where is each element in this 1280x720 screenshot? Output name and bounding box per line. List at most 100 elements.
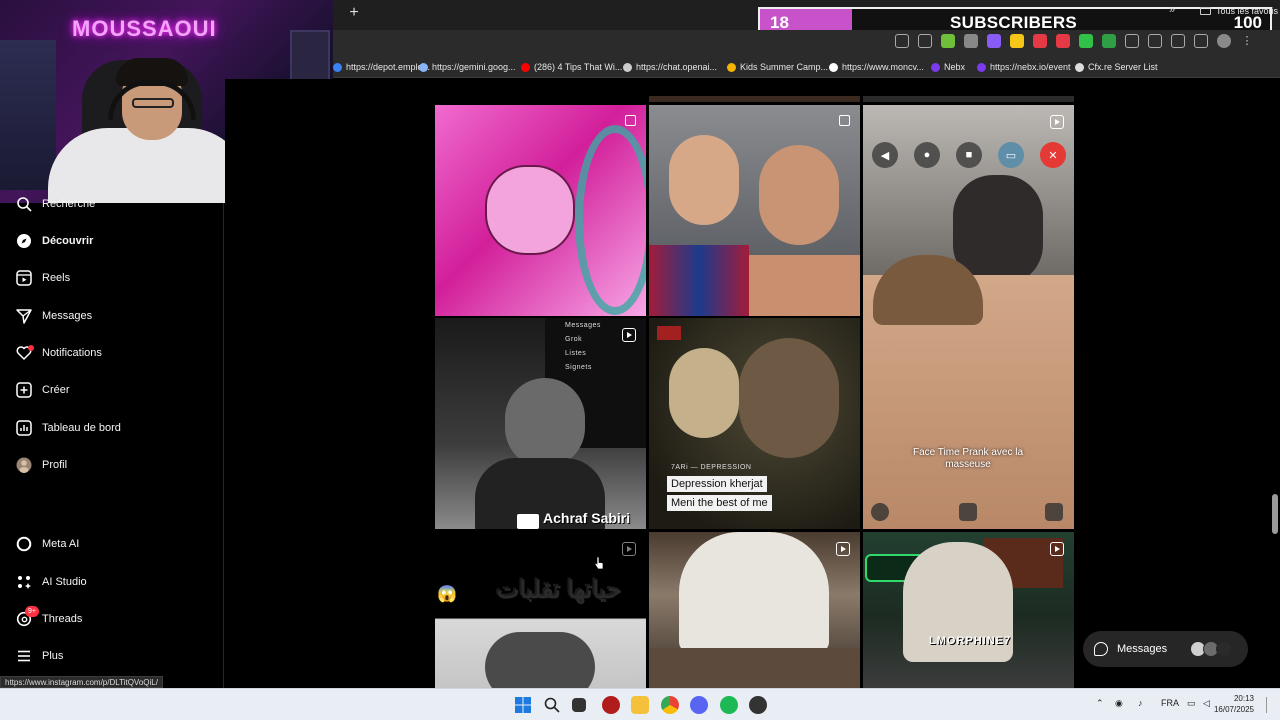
extension-icon[interactable] — [964, 34, 978, 48]
post-image-detail — [485, 165, 575, 255]
bookmark-item[interactable]: https://gemini.goog... — [419, 62, 516, 72]
profile-avatar[interactable] — [1217, 34, 1231, 48]
extension-icons: ⋮ — [895, 34, 1254, 48]
sidebar-item-ai-studio[interactable]: AI Studio — [16, 569, 87, 595]
post-gamer-clips[interactable]: LMORPHINE7 — [863, 532, 1074, 688]
webcam-neon-sign: MOUSSAOUI — [72, 16, 217, 41]
post-arabic-text[interactable]: حياتها تقلبات حياتها تقلبات 😱 — [435, 532, 646, 688]
messenger-icon — [1094, 642, 1108, 656]
system-clock[interactable]: 20:13 16/07/2025 — [1214, 693, 1254, 715]
extension-icon[interactable] — [941, 34, 955, 48]
screenshot-menu-item: Signets — [565, 364, 592, 371]
bookmarks-bar: https://depot.emplo... https://gemini.go… — [333, 56, 1280, 78]
bookmark-favicon — [333, 62, 342, 72]
puzzle-icon[interactable] — [1171, 34, 1185, 48]
screen: + 18 SUBSCRIBERS 100 ⋮ https://depot.emp… — [0, 0, 1280, 720]
page-scrollbar[interactable] — [1272, 494, 1278, 534]
tray-app-icon[interactable]: ◉ — [1115, 698, 1123, 709]
bookmark-favicon — [419, 62, 428, 72]
windows-start-icon[interactable] — [514, 696, 532, 714]
webcam-shelf — [0, 40, 56, 190]
sidebar-item-messages[interactable]: Messages — [16, 303, 92, 329]
speaker-button: ◀ — [872, 142, 898, 168]
menu-icon[interactable] — [1194, 34, 1208, 48]
search-icon — [16, 196, 32, 212]
menu-icon — [16, 648, 32, 664]
bookmark-item[interactable]: Kids Summer Camp... — [727, 62, 828, 72]
extension-icon[interactable] — [1056, 34, 1070, 48]
send-icon — [16, 308, 32, 324]
extension-icon[interactable] — [1125, 34, 1139, 48]
post-caption: Achraf Sabiri — [543, 510, 631, 526]
post-anime[interactable] — [435, 105, 646, 316]
sidebar-item-label: Notifications — [42, 347, 102, 359]
sidebar-item-label: AI Studio — [42, 576, 87, 588]
bookmark-item[interactable]: (286) 4 Tips That Wi... — [521, 62, 622, 72]
share-icon[interactable] — [895, 34, 909, 48]
hand-cursor-icon — [594, 556, 604, 570]
all-bookmarks-button[interactable]: Tous les favoris — [1200, 6, 1278, 16]
extension-icon[interactable] — [1148, 34, 1162, 48]
sidebar-item-decouvrir[interactable]: Découvrir — [16, 228, 93, 254]
explore-grid: ◀ ● ■ ▭ ✕ Face Time Prank avec la masseu… — [225, 79, 1280, 688]
partial-post[interactable] — [863, 96, 1074, 102]
post-white-tshirt[interactable] — [649, 532, 860, 688]
chrome-icon[interactable] — [661, 696, 679, 714]
post-facetime-prank[interactable]: ◀ ● ■ ▭ ✕ Face Time Prank avec la masseu… — [863, 105, 1074, 529]
show-desktop-button[interactable] — [1266, 697, 1267, 713]
file-explorer-icon[interactable] — [631, 696, 649, 714]
sidebar-item-label: Profil — [42, 459, 68, 471]
bookmark-item[interactable]: https://nebx.io/event — [977, 62, 1071, 72]
brand-logo — [657, 326, 681, 340]
post-depression-meme[interactable]: 7ARi — DEPRESSION Depression kherjat Men… — [649, 318, 860, 529]
app-icon[interactable] — [749, 696, 767, 714]
sidebar-item-creer[interactable]: Créer — [16, 377, 70, 403]
volume-icon[interactable]: ◁ — [1203, 698, 1210, 709]
screen-share-icon: ▭ — [1005, 149, 1017, 162]
star-icon[interactable] — [918, 34, 932, 48]
threads-badge: 9+ — [25, 606, 39, 617]
extension-icon[interactable] — [1010, 34, 1024, 48]
bookmark-favicon — [931, 62, 940, 72]
play-icon — [517, 514, 539, 529]
post-image-detail — [649, 648, 860, 688]
sidebar-item-tableau-de-bord[interactable]: Tableau de bord — [16, 415, 121, 441]
language-indicator[interactable]: FRA — [1161, 698, 1179, 708]
chevron-up-icon[interactable]: ⌃ — [1096, 698, 1104, 709]
extension-icon[interactable] — [987, 34, 1001, 48]
dashboard-icon — [16, 420, 32, 436]
sidebar-item-notifications[interactable]: Notifications — [16, 340, 102, 366]
post-image-detail — [505, 378, 585, 468]
microphone-icon[interactable]: ♪ — [1138, 698, 1143, 708]
sidebar-item-reels[interactable]: Reels — [16, 265, 70, 291]
new-tab-button[interactable]: + — [346, 4, 362, 22]
plus-square-icon — [16, 382, 32, 398]
discord-icon[interactable] — [690, 696, 708, 714]
app-icon[interactable] — [602, 696, 620, 714]
bookmark-item[interactable]: Nebx — [931, 62, 965, 72]
extension-icon[interactable] — [1102, 34, 1116, 48]
task-view-icon[interactable] — [572, 698, 586, 712]
extension-icon[interactable] — [1033, 34, 1047, 48]
search-icon[interactable] — [543, 696, 561, 714]
post-streamer[interactable]: Messages Grok Listes Signets Achraf Sabi… — [435, 318, 646, 529]
bookmark-item[interactable]: https://www.moncv... — [829, 62, 924, 72]
status-bar-url: https://www.instagram.com/p/DLTitQVoQiL/ — [0, 676, 163, 688]
bookmark-item[interactable]: Cfx.re Server List — [1075, 62, 1158, 72]
sidebar-item-meta-ai[interactable]: Meta AI — [16, 531, 79, 557]
messages-button[interactable]: Messages — [1083, 631, 1248, 667]
network-icon[interactable]: ▭ — [1187, 698, 1196, 709]
partial-post[interactable] — [649, 96, 860, 102]
more-bookmarks-button[interactable]: » — [1169, 4, 1175, 16]
bookmark-favicon — [829, 62, 838, 72]
kebab-menu-icon[interactable]: ⋮ — [1240, 34, 1254, 48]
meta-ai-icon — [16, 536, 32, 552]
post-football-selfie[interactable] — [649, 105, 860, 316]
bookmark-item[interactable]: https://depot.emplo... — [333, 62, 430, 72]
extension-icon[interactable] — [1079, 34, 1093, 48]
sidebar-item-recherche[interactable]: Recherche — [16, 191, 95, 217]
bookmark-item[interactable]: https://chat.openai... — [623, 62, 717, 72]
sidebar-item-profil[interactable]: Profil — [16, 452, 67, 478]
spotify-icon[interactable] — [720, 696, 738, 714]
sidebar-item-plus[interactable]: Plus — [16, 643, 63, 669]
